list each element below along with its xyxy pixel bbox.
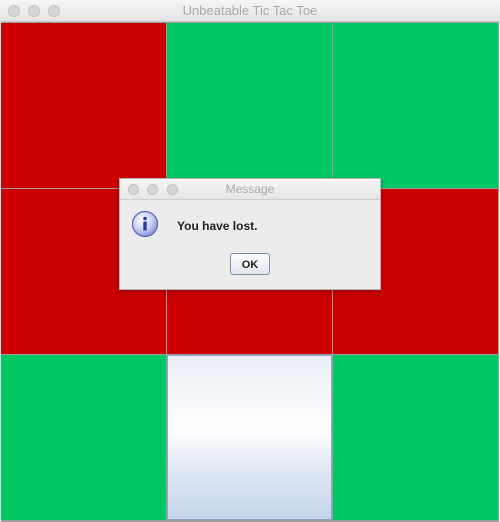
info-icon	[131, 210, 159, 238]
board-cell-9[interactable]	[333, 355, 498, 520]
message-dialog: Message You have lost. OK	[119, 178, 381, 290]
board-cell-8[interactable]	[167, 355, 332, 520]
dialog-titlebar: Message	[120, 179, 380, 200]
board-cell-3[interactable]	[333, 23, 498, 188]
dialog-message: You have lost.	[177, 219, 258, 233]
ok-button[interactable]: OK	[230, 253, 270, 275]
board-cell-1[interactable]	[1, 23, 166, 188]
window-title: Unbeatable Tic Tac Toe	[182, 3, 318, 18]
board-cell-7[interactable]	[1, 355, 166, 520]
dialog-title: Message	[225, 182, 275, 196]
board-cell-2[interactable]	[167, 23, 332, 188]
window-titlebar: Unbeatable Tic Tac Toe	[0, 0, 500, 22]
